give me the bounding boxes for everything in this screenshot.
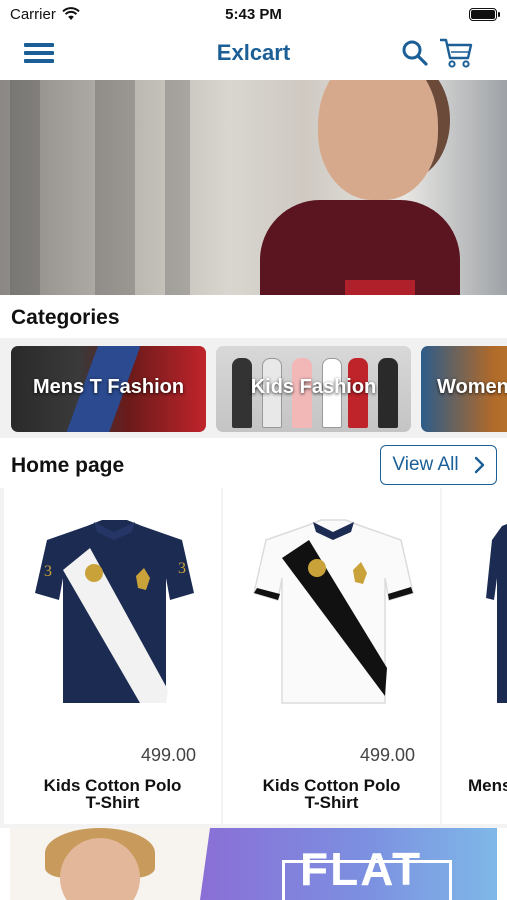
product-list[interactable]: 3 3 499.00 Kids Cotton Polo T-Shirt 3 49…	[0, 488, 507, 828]
svg-text:3: 3	[259, 563, 267, 580]
carrier-label: Carrier	[10, 5, 56, 23]
category-card-kids[interactable]: Kids Fashion	[216, 346, 411, 432]
cart-icon[interactable]	[438, 36, 474, 70]
svg-text:3: 3	[44, 563, 52, 580]
product-card[interactable]: 3 3 499.00 Kids Cotton Polo T-Shirt	[4, 488, 221, 824]
category-card-women[interactable]: Women	[421, 346, 507, 432]
categories-title: Categories	[11, 306, 120, 329]
category-label: Women	[437, 376, 507, 398]
product-name: Kids Cotton Polo T-Shirt	[262, 776, 401, 812]
status-left: Carrier	[10, 6, 80, 23]
search-icon[interactable]	[400, 38, 430, 68]
chevron-right-icon	[474, 456, 484, 474]
nav-bar: Exlcart	[0, 28, 507, 80]
promo-text: FLAT	[300, 843, 423, 895]
app-screen: Carrier 5:43 PM Exlcart Categories Mens …	[0, 0, 507, 900]
svg-text:3: 3	[178, 560, 186, 577]
banner-carousel[interactable]	[0, 80, 507, 295]
promo-banner[interactable]: FLAT	[10, 828, 497, 900]
wifi-icon	[62, 7, 80, 20]
home-section-title: Home page	[11, 454, 125, 477]
view-all-button[interactable]: View All	[380, 445, 497, 485]
promo-image	[10, 828, 215, 900]
product-name: Mens	[468, 776, 507, 795]
product-image: 3 3	[35, 520, 194, 703]
category-card-mens[interactable]: Mens T Fashion	[11, 346, 206, 432]
category-label: Mens T Fashion	[32, 376, 185, 398]
status-bar: Carrier 5:43 PM	[0, 0, 507, 28]
product-card[interactable]: 3 499.00 Kids Cotton Polo T-Shirt	[223, 488, 440, 824]
promo-panel: FLAT	[200, 828, 497, 900]
view-all-label: View All	[392, 454, 459, 475]
battery-icon	[469, 7, 500, 21]
product-card[interactable]: Mens	[442, 488, 507, 824]
product-image: 3	[253, 519, 414, 704]
app-title: Exlcart	[216, 40, 291, 65]
product-image	[486, 524, 507, 703]
product-price: 499.00	[140, 745, 196, 765]
banner-model	[318, 80, 438, 200]
hamburger-menu-icon[interactable]	[22, 40, 56, 66]
category-label: Kids Fashion	[250, 376, 377, 398]
categories-list[interactable]: Mens T Fashion Kids Fashion Women	[0, 338, 507, 438]
product-price: 499.00	[359, 745, 415, 765]
product-name: Kids Cotton Polo T-Shirt	[43, 776, 182, 812]
